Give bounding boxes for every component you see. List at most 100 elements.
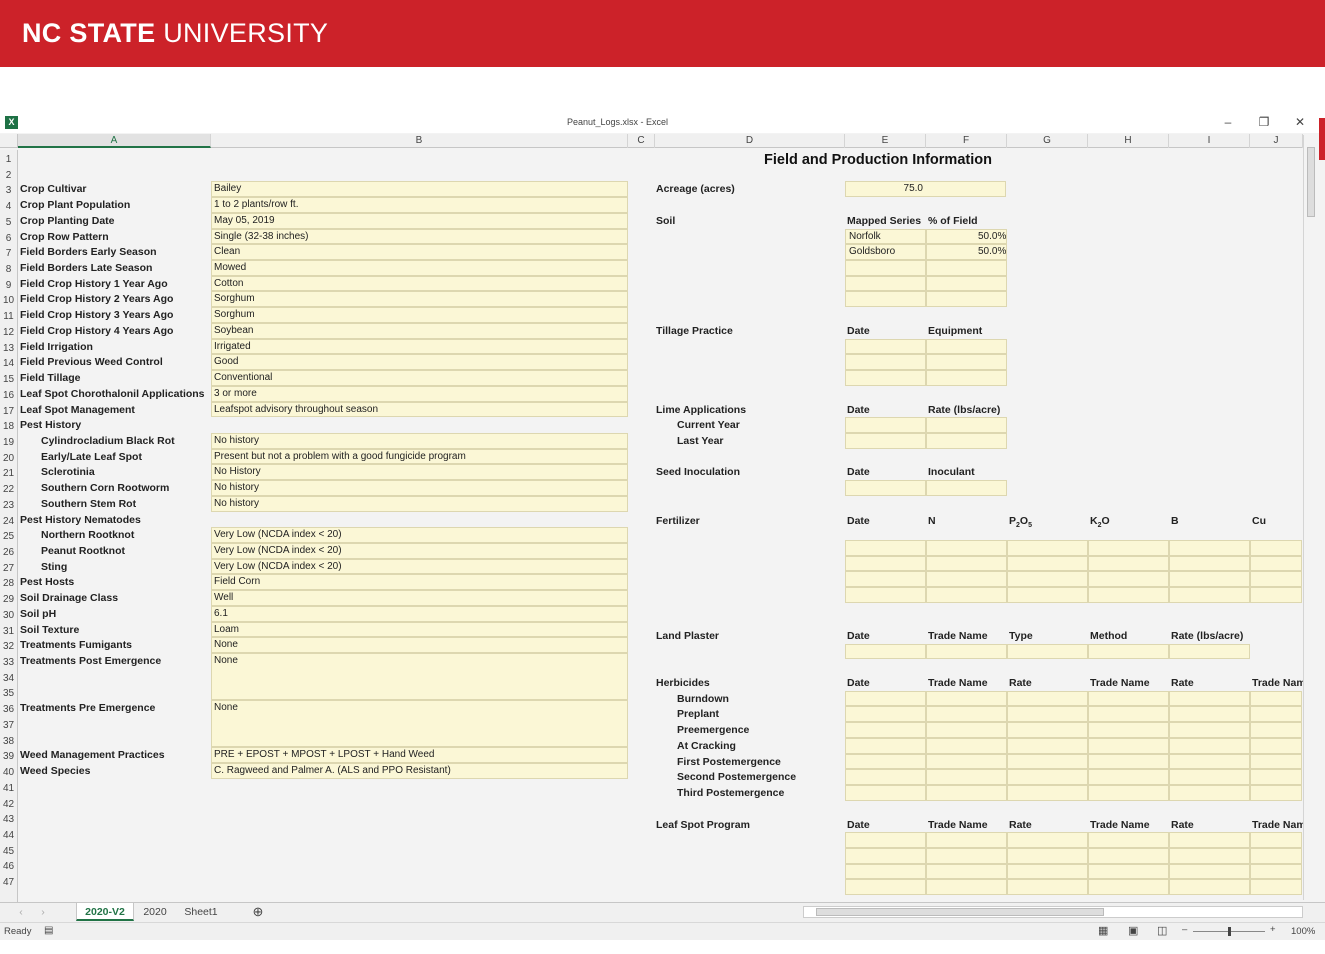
herbicide-cell[interactable] bbox=[1250, 753, 1302, 770]
herbicide-cell[interactable] bbox=[1088, 785, 1169, 801]
field-value-cell[interactable]: Mowed bbox=[211, 260, 628, 276]
fertilizer-cell[interactable] bbox=[1169, 555, 1250, 572]
column-header-i[interactable]: I bbox=[1169, 134, 1250, 148]
tab-scroll-left-icon[interactable]: ‹ bbox=[14, 903, 28, 921]
row-header[interactable]: 47 bbox=[0, 875, 17, 890]
leaf-spot-cell[interactable] bbox=[845, 832, 926, 848]
herbicide-cell[interactable] bbox=[1169, 690, 1250, 707]
row-header[interactable]: 1 bbox=[0, 152, 17, 167]
row-header[interactable]: 21 bbox=[0, 466, 17, 481]
leaf-spot-cell[interactable] bbox=[845, 879, 926, 896]
column-header-b[interactable]: B bbox=[211, 134, 628, 148]
field-value-cell[interactable]: Leafspot advisory throughout season bbox=[211, 401, 628, 418]
fertilizer-cell[interactable] bbox=[1007, 555, 1088, 572]
fertilizer-cell[interactable] bbox=[926, 539, 1007, 556]
soil-series-cell[interactable] bbox=[845, 275, 926, 292]
field-value-cell[interactable]: None bbox=[211, 653, 628, 701]
herbicide-cell[interactable] bbox=[1088, 753, 1169, 770]
herbicide-cell[interactable] bbox=[926, 706, 1007, 723]
row-header[interactable]: 41 bbox=[0, 781, 17, 796]
row-header[interactable]: 19 bbox=[0, 435, 17, 450]
soil-pct-cell[interactable] bbox=[926, 275, 1007, 292]
row-header[interactable]: 4 bbox=[0, 199, 17, 214]
field-value-cell[interactable]: Loam bbox=[211, 621, 628, 638]
field-value-cell[interactable]: 3 or more bbox=[211, 385, 628, 402]
fertilizer-cell[interactable] bbox=[1088, 571, 1169, 587]
leaf-spot-cell[interactable] bbox=[926, 863, 1007, 880]
leaf-spot-cell[interactable] bbox=[1007, 832, 1088, 848]
fertilizer-cell[interactable] bbox=[926, 587, 1007, 603]
herbicide-cell[interactable] bbox=[845, 722, 926, 738]
row-header[interactable]: 46 bbox=[0, 859, 17, 874]
field-value-cell[interactable]: No history bbox=[211, 495, 628, 512]
column-header-j[interactable]: J bbox=[1250, 134, 1303, 148]
row-header[interactable]: 42 bbox=[0, 797, 17, 812]
field-value-cell[interactable]: None bbox=[211, 637, 628, 654]
field-value-cell[interactable]: C. Ragweed and Palmer A. (ALS and PPO Re… bbox=[211, 763, 628, 779]
row-header[interactable]: 27 bbox=[0, 561, 17, 576]
field-value-cell[interactable]: No history bbox=[211, 432, 628, 449]
input-cell[interactable] bbox=[845, 480, 926, 496]
leaf-spot-cell[interactable] bbox=[1007, 847, 1088, 864]
herbicide-cell[interactable] bbox=[926, 753, 1007, 770]
leaf-spot-cell[interactable] bbox=[845, 863, 926, 880]
row-header[interactable]: 45 bbox=[0, 844, 17, 859]
herbicide-cell[interactable] bbox=[1169, 769, 1250, 786]
herbicide-cell[interactable] bbox=[1007, 785, 1088, 801]
herbicide-cell[interactable] bbox=[1250, 722, 1302, 738]
soil-series-cell[interactable] bbox=[845, 291, 926, 308]
zoom-out-icon[interactable]: – bbox=[1182, 924, 1187, 935]
field-value-cell[interactable]: Cotton bbox=[211, 275, 628, 292]
column-header-a[interactable]: A bbox=[18, 134, 211, 148]
herbicide-cell[interactable] bbox=[926, 785, 1007, 801]
fertilizer-cell[interactable] bbox=[845, 539, 926, 556]
page-break-icon[interactable]: ◫ bbox=[1157, 924, 1167, 937]
column-header-c[interactable]: C bbox=[628, 134, 655, 148]
column-header-d[interactable]: D bbox=[655, 134, 845, 148]
input-cell[interactable] bbox=[845, 417, 926, 433]
restore-icon[interactable]: ❐ bbox=[1256, 115, 1272, 129]
leaf-spot-cell[interactable] bbox=[926, 879, 1007, 896]
nc-state-logo[interactable]: NC STATE UNIVERSITY bbox=[22, 18, 328, 49]
field-value-cell[interactable]: None bbox=[211, 700, 628, 748]
field-value-cell[interactable]: May 05, 2019 bbox=[211, 212, 628, 229]
tab-2020-v2[interactable]: 2020-V2 bbox=[76, 903, 134, 921]
horizontal-scroll-thumb[interactable] bbox=[816, 908, 1104, 916]
herbicide-cell[interactable] bbox=[926, 722, 1007, 738]
row-header[interactable]: 13 bbox=[0, 341, 17, 356]
row-header[interactable]: 11 bbox=[0, 309, 17, 324]
leaf-spot-cell[interactable] bbox=[1169, 847, 1250, 864]
herbicide-cell[interactable] bbox=[1088, 690, 1169, 707]
row-header[interactable]: 30 bbox=[0, 608, 17, 623]
minimize-icon[interactable]: – bbox=[1220, 115, 1236, 129]
herbicide-cell[interactable] bbox=[1250, 737, 1302, 754]
row-header[interactable]: 26 bbox=[0, 545, 17, 560]
land-plaster-cell[interactable] bbox=[845, 643, 926, 660]
herbicide-cell[interactable] bbox=[1007, 690, 1088, 707]
herbicide-cell[interactable] bbox=[845, 785, 926, 801]
input-cell[interactable] bbox=[926, 417, 1007, 433]
fertilizer-cell[interactable] bbox=[1169, 539, 1250, 556]
soil-series-cell[interactable] bbox=[845, 260, 926, 276]
herbicide-cell[interactable] bbox=[1007, 753, 1088, 770]
herbicide-cell[interactable] bbox=[1088, 737, 1169, 754]
herbicide-cell[interactable] bbox=[845, 706, 926, 723]
land-plaster-cell[interactable] bbox=[926, 643, 1007, 660]
herbicide-cell[interactable] bbox=[845, 769, 926, 786]
fertilizer-cell[interactable] bbox=[1169, 587, 1250, 603]
row-header[interactable]: 35 bbox=[0, 686, 17, 701]
herbicide-cell[interactable] bbox=[845, 753, 926, 770]
row-header[interactable]: 6 bbox=[0, 231, 17, 246]
leaf-spot-cell[interactable] bbox=[1007, 863, 1088, 880]
column-header-f[interactable]: F bbox=[926, 134, 1007, 148]
row-header[interactable]: 16 bbox=[0, 388, 17, 403]
input-cell[interactable] bbox=[926, 338, 1007, 355]
row-header[interactable]: 39 bbox=[0, 749, 17, 764]
vertical-scrollbar[interactable] bbox=[1303, 135, 1317, 900]
row-header[interactable]: 25 bbox=[0, 529, 17, 544]
fertilizer-cell[interactable] bbox=[1007, 587, 1088, 603]
field-value-cell[interactable]: Sorghum bbox=[211, 291, 628, 308]
row-header[interactable]: 43 bbox=[0, 812, 17, 827]
herbicide-cell[interactable] bbox=[1007, 737, 1088, 754]
field-value-cell[interactable]: 6.1 bbox=[211, 605, 628, 622]
